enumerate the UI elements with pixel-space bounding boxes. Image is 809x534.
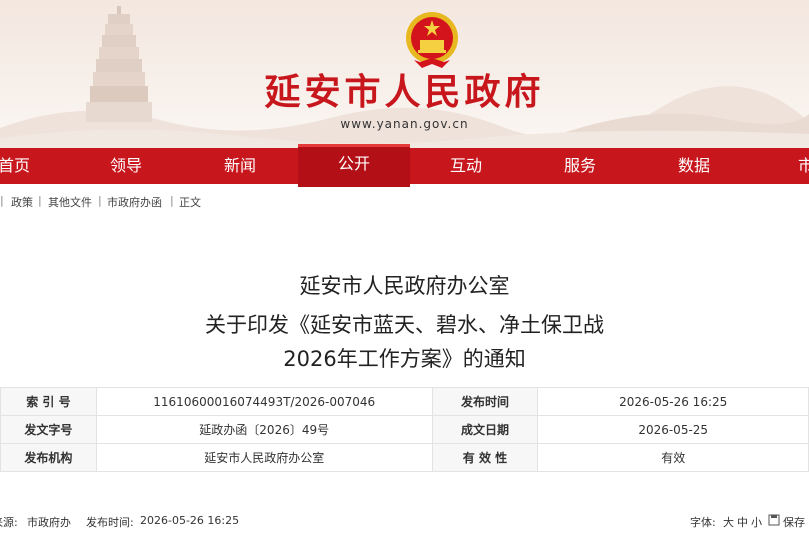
- nav-item-leaders[interactable]: 领导: [96, 148, 156, 184]
- nav-item-data[interactable]: 数据: [664, 148, 724, 184]
- issuing-agency-label: 发布机构: [0, 443, 97, 472]
- table-row: 索 引 号 11610600016074493T/2026-007046 发布时…: [0, 387, 809, 416]
- nav-item-home[interactable]: 首页: [0, 148, 36, 184]
- document-number-label: 发文字号: [0, 415, 97, 444]
- publish-time-value-footer: 2026-05-26 16:25: [140, 514, 240, 527]
- index-number-value: 11610600016074493T/2026-007046: [95, 387, 433, 416]
- nav-item-interaction[interactable]: 互动: [436, 148, 496, 184]
- breadcrumb-separator: |: [170, 194, 174, 207]
- font-size-small-button[interactable]: 小: [751, 514, 762, 530]
- font-size-medium-button[interactable]: 中: [737, 514, 748, 530]
- written-date-label: 成文日期: [431, 415, 539, 444]
- document-info-table: 索 引 号 11610600016074493T/2026-007046 发布时…: [0, 387, 809, 472]
- font-size-label: 字体:: [690, 516, 716, 529]
- document-number-value: 延政办函〔2026〕49号: [95, 415, 433, 444]
- save-icon[interactable]: [768, 514, 780, 527]
- main-nav: 首页 领导 新闻 公开 互动 服务 数据 市: [0, 144, 809, 187]
- table-row: 发文字号 延政办函〔2026〕49号 成文日期 2026-05-25: [0, 415, 809, 444]
- national-emblem-icon: [404, 10, 460, 72]
- breadcrumb-item-municipal-letters[interactable]: 市政府办函: [107, 194, 162, 210]
- nav-item-public[interactable]: 公开: [298, 144, 410, 187]
- font-size-large-button[interactable]: 大: [723, 514, 734, 530]
- table-row: 发布机构 延安市人民政府办公室 有 效 性 有效: [0, 443, 809, 472]
- validity-value: 有效: [537, 443, 809, 472]
- publish-time-label: 发布时间: [431, 387, 539, 416]
- document-title-line: 延安市人民政府办公室: [299, 274, 510, 298]
- issuing-agency-value: 延安市人民政府办公室: [95, 443, 433, 472]
- header-banner: 延安市人民政府 www.yanan.gov.cn: [0, 0, 809, 148]
- written-date-value: 2026-05-25: [537, 415, 809, 444]
- breadcrumb-item-policy[interactable]: 政策: [11, 194, 33, 210]
- document-title-line: 关于印发《延安市蓝天、碧水、净土保卫战: [205, 313, 604, 337]
- source-value: 市政府办: [27, 516, 71, 529]
- index-number-label: 索 引 号: [0, 387, 97, 416]
- breadcrumb-separator: |: [0, 194, 4, 207]
- breadcrumb-item-other-files[interactable]: 其他文件: [48, 194, 92, 210]
- publish-time-value: 2026-05-26 16:25: [537, 387, 809, 416]
- nav-item-services[interactable]: 服务: [550, 148, 610, 184]
- save-button[interactable]: 保存: [783, 514, 805, 530]
- breadcrumb-item-body: 正文: [179, 196, 201, 209]
- nav-item-city[interactable]: 市: [786, 148, 809, 184]
- document-title-line: 2026年工作方案》的通知: [283, 347, 526, 371]
- site-title[interactable]: 延安市人民政府: [0, 70, 809, 114]
- nav-item-news[interactable]: 新闻: [210, 148, 270, 184]
- breadcrumb-separator: |: [38, 194, 42, 207]
- validity-label: 有 效 性: [431, 443, 539, 472]
- source-label: 来源:: [0, 516, 18, 529]
- publish-time-label-footer: 发布时间:: [86, 516, 134, 529]
- breadcrumb-separator: |: [98, 194, 102, 207]
- site-url: www.yanan.gov.cn: [340, 117, 469, 131]
